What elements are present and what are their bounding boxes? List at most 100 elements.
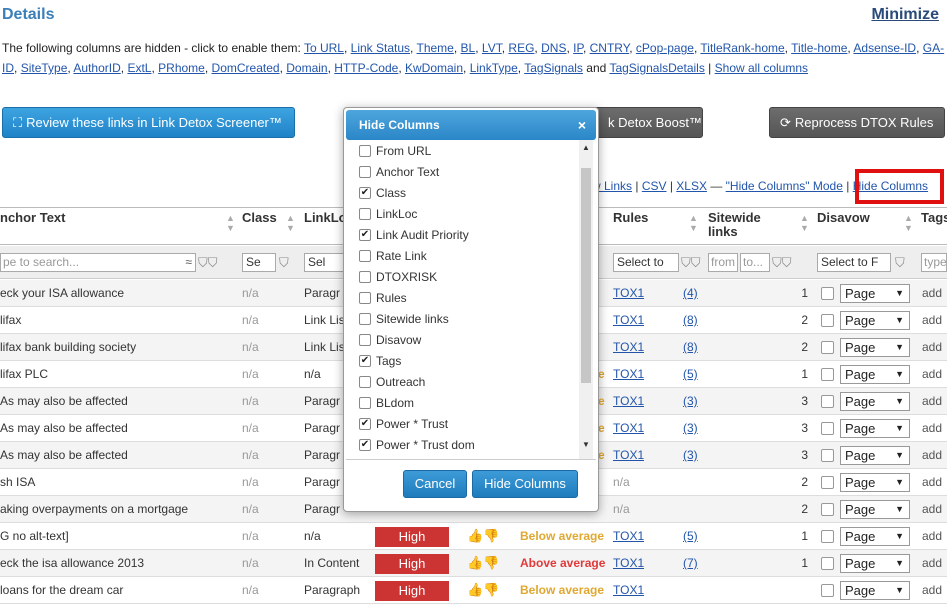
- column-checkbox[interactable]: ✔: [359, 355, 371, 367]
- rules-count-link[interactable]: (3): [683, 388, 698, 414]
- xlsx-link[interactable]: XLSX: [676, 179, 707, 193]
- linkloc-filter-select[interactable]: Sel: [304, 253, 344, 272]
- column-checkbox[interactable]: ✔: [359, 418, 371, 430]
- disavow-filter-select[interactable]: Select to F: [817, 253, 891, 272]
- add-tag-link[interactable]: add: [922, 442, 942, 468]
- add-tag-link[interactable]: add: [922, 307, 942, 333]
- rules-count-link[interactable]: (3): [683, 415, 698, 441]
- add-tag-link[interactable]: add: [922, 469, 942, 495]
- add-tag-link[interactable]: add: [922, 415, 942, 441]
- tags-filter-input[interactable]: type: [921, 253, 947, 272]
- detox-boost-button[interactable]: k Detox Boost™: [593, 107, 703, 138]
- hidden-column-link[interactable]: TagSignalsDetails: [609, 61, 704, 75]
- cancel-button[interactable]: Cancel: [403, 470, 467, 498]
- thumbs-up-icon[interactable]: 👍: [467, 555, 483, 570]
- disavow-checkbox[interactable]: [821, 422, 834, 435]
- column-option[interactable]: DTOXRISK: [359, 267, 437, 288]
- hidden-column-link[interactable]: cPop-page: [636, 41, 694, 55]
- add-tag-link[interactable]: add: [922, 361, 942, 387]
- hidden-column-link[interactable]: To URL: [304, 41, 344, 55]
- hidden-column-link[interactable]: CNTRY: [590, 41, 630, 55]
- hidden-column-link[interactable]: SiteType: [21, 61, 68, 75]
- sort-icon[interactable]: ▲ ▼: [904, 213, 913, 233]
- minimize-link[interactable]: Minimize: [871, 6, 939, 24]
- column-checkbox[interactable]: [359, 208, 371, 220]
- hide-columns-button[interactable]: Hide Columns: [472, 470, 578, 498]
- hidden-column-link[interactable]: TagSignals: [524, 61, 583, 75]
- disavow-level-select[interactable]: Page ▼: [840, 473, 910, 492]
- col-header-anchor-text[interactable]: nchor Text: [0, 211, 66, 225]
- rules-count-link[interactable]: (8): [683, 307, 698, 333]
- column-checkbox[interactable]: [359, 250, 371, 262]
- col-header-tags[interactable]: Tags: [921, 211, 947, 225]
- add-tag-link[interactable]: add: [922, 550, 942, 576]
- column-option[interactable]: Outreach: [359, 372, 425, 393]
- thumbs-down-icon[interactable]: 👎: [483, 582, 499, 597]
- disavow-checkbox[interactable]: [821, 395, 834, 408]
- disavow-checkbox[interactable]: [821, 314, 834, 327]
- scroll-down-icon[interactable]: ▼: [582, 440, 590, 449]
- disavow-level-select[interactable]: Page ▼: [840, 527, 910, 546]
- filter-icon[interactable]: ⛉: [279, 255, 289, 271]
- clear-icon[interactable]: ≈: [185, 254, 192, 271]
- filter-icon[interactable]: ⛉⛉: [198, 255, 218, 271]
- rules-count-link[interactable]: (7): [683, 550, 698, 576]
- sitewide-from-input[interactable]: from: [708, 253, 738, 272]
- rules-count-link[interactable]: (4): [683, 280, 698, 306]
- add-tag-link[interactable]: add: [922, 280, 942, 306]
- rules-tox-link[interactable]: TOX1: [613, 307, 644, 333]
- table-row[interactable]: eck the isa allowance 2013 n/a In Content H…: [0, 550, 947, 577]
- column-option[interactable]: Disavow: [359, 330, 421, 351]
- rules-tox-link[interactable]: TOX1: [613, 577, 644, 603]
- column-option[interactable]: ✔ Link Audit Priority: [359, 225, 469, 246]
- column-option[interactable]: ✔ Tags: [359, 351, 401, 372]
- reprocess-rules-button[interactable]: ⟳ Reprocess DTOX Rules: [769, 107, 945, 138]
- thumbs-icons[interactable]: 👍👎: [467, 577, 499, 603]
- column-checkbox[interactable]: [359, 313, 371, 325]
- thumbs-icons[interactable]: 👍👎: [467, 550, 499, 576]
- hidden-column-link[interactable]: LinkType: [470, 61, 518, 75]
- show-all-columns-link[interactable]: Show all columns: [715, 61, 808, 75]
- thumbs-down-icon[interactable]: 👎: [483, 528, 499, 543]
- disavow-checkbox[interactable]: [821, 530, 834, 543]
- sort-icon[interactable]: ▲ ▼: [800, 213, 809, 233]
- col-header-class[interactable]: Class: [242, 211, 277, 225]
- disavow-checkbox[interactable]: [821, 287, 834, 300]
- hidden-column-link[interactable]: Title-home: [791, 41, 847, 55]
- column-checkbox[interactable]: [359, 376, 371, 388]
- column-option[interactable]: Rules: [359, 288, 407, 309]
- scrollbar[interactable]: ▲ ▼: [579, 140, 593, 459]
- filter-icon[interactable]: ⛉: [895, 255, 905, 271]
- rules-tox-link[interactable]: TOX1: [613, 334, 644, 360]
- col-header-sitewide-links[interactable]: Sitewide links: [708, 211, 778, 239]
- disavow-level-select[interactable]: Page ▼: [840, 284, 910, 303]
- hidden-column-link[interactable]: Link Status: [351, 41, 410, 55]
- disavow-level-select[interactable]: Page ▼: [840, 392, 910, 411]
- col-header-rules[interactable]: Rules: [613, 211, 648, 225]
- column-option[interactable]: ✔ Power * Trust: [359, 414, 448, 435]
- rules-count-link[interactable]: (8): [683, 334, 698, 360]
- rules-tox-link[interactable]: TOX1: [613, 550, 644, 576]
- column-checkbox[interactable]: [359, 292, 371, 304]
- column-checkbox[interactable]: [359, 271, 371, 283]
- disavow-checkbox[interactable]: [821, 557, 834, 570]
- class-filter-select[interactable]: Se: [242, 253, 276, 272]
- rules-tox-link[interactable]: TOX1: [613, 361, 644, 387]
- hidden-column-link[interactable]: Domain: [286, 61, 327, 75]
- rules-tox-link[interactable]: TOX1: [613, 442, 644, 468]
- column-checkbox[interactable]: [359, 145, 371, 157]
- add-tag-link[interactable]: add: [922, 523, 942, 549]
- hidden-column-link[interactable]: REG: [508, 41, 534, 55]
- column-checkbox[interactable]: ✔: [359, 439, 371, 451]
- add-tag-link[interactable]: add: [922, 388, 942, 414]
- hidden-column-link[interactable]: Adsense-ID: [853, 41, 916, 55]
- column-checkbox[interactable]: [359, 334, 371, 346]
- hidden-column-link[interactable]: PRhome: [158, 61, 205, 75]
- column-option[interactable]: Anchor Text: [359, 162, 439, 183]
- column-checkbox[interactable]: [359, 166, 371, 178]
- hidden-column-link[interactable]: TitleRank-home: [700, 41, 784, 55]
- rules-tox-link[interactable]: TOX1: [613, 388, 644, 414]
- disavow-checkbox[interactable]: [821, 368, 834, 381]
- rules-tox-link[interactable]: TOX1: [613, 415, 644, 441]
- sort-icon[interactable]: ▲ ▼: [286, 213, 295, 233]
